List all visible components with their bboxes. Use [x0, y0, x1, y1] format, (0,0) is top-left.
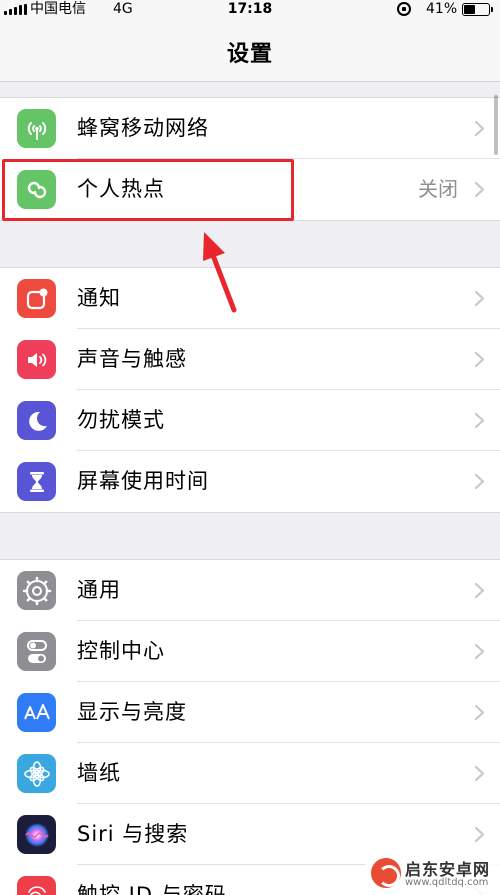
- settings-row-label: Siri 与搜索: [77, 822, 189, 846]
- settings-row-label: 墙纸: [77, 761, 121, 785]
- chevron-right-icon: [474, 181, 485, 198]
- settings-row-label: 通用: [77, 578, 121, 602]
- cellular-antenna-icon: [17, 109, 56, 148]
- navigation-bar: 设置: [0, 20, 500, 82]
- settings-row-label: 显示与亮度: [77, 700, 187, 724]
- chevron-right-icon: [474, 351, 485, 368]
- chevron-right-icon: [474, 290, 485, 307]
- watermark: 启东安卓网 www.qdltdq.com: [365, 852, 500, 895]
- settings-row-label: 蜂窝移动网络: [77, 116, 209, 140]
- watermark-url: www.qdltdq.com: [405, 877, 489, 888]
- settings-row-wallpaper[interactable]: 墙纸: [0, 743, 500, 804]
- rotation-lock-icon: [397, 2, 411, 16]
- settings-row-label: 控制中心: [77, 639, 165, 663]
- settings-group-notifications: 通知 声音与触感 勿扰模式 屏幕使用时间: [0, 267, 500, 513]
- battery-percentage: 41%: [426, 1, 458, 17]
- battery-level: [464, 5, 475, 14]
- settings-row-do-not-disturb[interactable]: 勿扰模式: [0, 390, 500, 451]
- chevron-right-icon: [474, 582, 485, 599]
- settings-row-control-center[interactable]: 控制中心: [0, 621, 500, 682]
- settings-row-notifications[interactable]: 通知: [0, 268, 500, 329]
- settings-group-general: 通用 控制中心 显示与亮度 墙纸 Siri 与搜索 触控 ID 与密码: [0, 559, 500, 895]
- highlight-box-annotation: [2, 159, 294, 221]
- flower-icon: [17, 754, 56, 793]
- chevron-right-icon: [474, 704, 485, 721]
- status-time: 17:18: [227, 1, 273, 17]
- settings-row-screen-time[interactable]: 屏幕使用时间: [0, 451, 500, 512]
- status-bar: 中国电信 4G 17:18 41%: [0, 0, 500, 20]
- settings-row-general[interactable]: 通用: [0, 560, 500, 621]
- chevron-right-icon: [474, 473, 485, 490]
- notifications-icon: [17, 279, 56, 318]
- battery-icon: [462, 3, 493, 16]
- watermark-logo-icon: [371, 858, 401, 888]
- chevron-right-icon: [474, 120, 485, 137]
- settings-row-cellular[interactable]: 蜂窝移动网络: [0, 98, 500, 159]
- speaker-icon: [17, 340, 56, 379]
- switches-icon: [17, 632, 56, 671]
- chevron-right-icon: [474, 412, 485, 429]
- settings-row-label: 声音与触感: [77, 347, 187, 371]
- hourglass-icon: [17, 462, 56, 501]
- settings-row-label: 勿扰模式: [77, 408, 165, 432]
- settings-row-label: 触控 ID 与密码: [77, 883, 227, 895]
- chevron-right-icon: [474, 765, 485, 782]
- settings-row-label: 通知: [77, 286, 121, 310]
- moon-icon: [17, 401, 56, 440]
- fingerprint-icon: [17, 876, 56, 895]
- settings-row-sounds-haptics[interactable]: 声音与触感: [0, 329, 500, 390]
- settings-row-label: 屏幕使用时间: [77, 469, 209, 493]
- chevron-right-icon: [474, 826, 485, 843]
- scroll-indicator[interactable]: [494, 95, 498, 155]
- settings-row-display-brightness[interactable]: 显示与亮度: [0, 682, 500, 743]
- page-title: 设置: [226, 42, 273, 67]
- siri-icon: [17, 815, 56, 854]
- chevron-right-icon: [474, 643, 485, 660]
- red-arrow-annotation: [203, 232, 237, 313]
- hotspot-status-value: 关闭: [418, 177, 458, 201]
- gear-icon: [17, 571, 56, 610]
- text-size-icon: [17, 693, 56, 732]
